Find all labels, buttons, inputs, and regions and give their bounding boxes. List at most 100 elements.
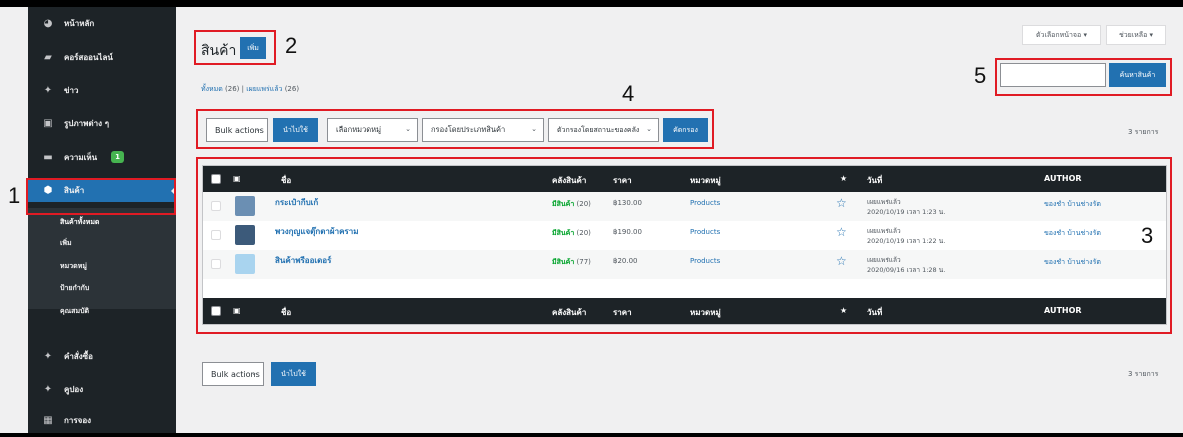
page-title: สินค้า xyxy=(201,43,237,59)
bulk-actions-select[interactable]: Bulk actions ⌄ xyxy=(206,118,268,142)
product-thumbnail[interactable] xyxy=(235,196,255,216)
post-status: เผยแพร่แล้ว xyxy=(867,198,901,206)
pin-icon: ✦ xyxy=(43,383,53,395)
views-separator: | xyxy=(241,85,245,93)
category-link[interactable]: Products xyxy=(690,228,720,236)
category-select[interactable]: เลือกหมวดหมู่ ⌄ xyxy=(327,118,418,142)
stock-status-select[interactable]: ตัวกรองโดยสถานะของคลัง ⌄ xyxy=(548,118,659,142)
sidebar-item-label: คำสั่งซื้อ xyxy=(64,351,93,361)
stock-label: มีสินค้า xyxy=(552,200,575,208)
stock-qty: (77) xyxy=(576,258,591,266)
post-date: 2020/10/19 เวลา 1:23 น. xyxy=(867,208,946,216)
product-type-label: กรองโดยประเภทสินค้า xyxy=(431,125,506,134)
sidebar-item-courses[interactable]: ▰ คอร์สออนไลน์ xyxy=(28,47,176,67)
add-new-button[interactable]: เพิ่ม xyxy=(240,37,266,59)
screen-options-button[interactable]: ตัวเลือกหน้าจอ ▾ xyxy=(1022,25,1101,45)
submenu-categories[interactable]: หมวดหมู่ xyxy=(60,261,87,272)
category-link[interactable]: Products xyxy=(690,199,720,207)
author-link[interactable]: ของชำ บ้านช่างรัต xyxy=(1044,228,1101,239)
featured-column-icon[interactable]: ★ xyxy=(840,174,847,183)
row-checkbox[interactable] xyxy=(211,201,221,211)
chevron-down-icon: ⌄ xyxy=(405,125,411,133)
apply-button[interactable]: นำไปใช้ xyxy=(273,118,318,142)
submenu-attributes[interactable]: คุณสมบัติ xyxy=(60,306,89,317)
select-all-checkbox-footer[interactable] xyxy=(211,306,221,316)
apply-button-bottom[interactable]: นำไปใช้ xyxy=(271,362,316,386)
annotation-number-4: 4 xyxy=(622,81,635,106)
graduation-cap-icon: ▰ xyxy=(44,51,52,63)
featured-column-icon[interactable]: ★ xyxy=(840,306,847,315)
row-checkbox[interactable] xyxy=(211,259,221,269)
sidebar-item-bookings[interactable]: ▦ การจอง xyxy=(28,410,176,430)
view-published-link[interactable]: เผยแพร่แล้ว xyxy=(246,85,282,93)
sidebar-item-label: สินค้า xyxy=(64,185,85,195)
annotation-number-2: 2 xyxy=(285,33,298,58)
post-status: เผยแพร่แล้ว xyxy=(867,227,901,235)
product-name-link[interactable]: กระเป๋ากีบเก้ xyxy=(275,196,318,209)
annotation-number-1: 1 xyxy=(8,183,21,208)
stock-status: มีสินค้า (20) xyxy=(552,228,591,239)
post-date: 2020/09/16 เวลา 1:28 น. xyxy=(867,266,946,274)
product-type-select[interactable]: กรองโดยประเภทสินค้า ⌄ xyxy=(422,118,544,142)
sidebar-item-label: รูปภาพต่าง ๆ xyxy=(64,118,110,128)
stock-status-label: ตัวกรองโดยสถานะของคลัง xyxy=(557,125,640,134)
product-name-link[interactable]: สินค้าพรีออเดอร์ xyxy=(275,254,331,267)
featured-star-icon[interactable]: ☆ xyxy=(836,225,847,239)
view-all-link[interactable]: ทั้งหมด xyxy=(201,85,223,93)
submenu-add-new[interactable]: เพิ่ม xyxy=(60,238,72,249)
sidebar-item-orders[interactable]: ✦ คำสั่งซื้อ xyxy=(28,346,176,366)
stock-status: มีสินค้า (20) xyxy=(552,199,591,210)
chevron-down-icon: ⌄ xyxy=(646,125,652,133)
select-all-checkbox[interactable] xyxy=(211,174,221,184)
post-status: เผยแพร่แล้ว xyxy=(867,256,901,264)
column-name[interactable]: ชื่อ xyxy=(281,306,291,319)
submenu-all-products[interactable]: สินค้าทั้งหมด xyxy=(60,217,99,228)
product-search-input[interactable] xyxy=(1000,63,1106,87)
product-thumbnail[interactable] xyxy=(235,254,255,274)
column-price[interactable]: ราคา xyxy=(613,306,632,319)
date-cell: เผยแพร่แล้ว 2020/10/19 เวลา 1:23 น. xyxy=(867,197,945,217)
help-button[interactable]: ช่วยเหลือ ▾ xyxy=(1106,25,1166,45)
sidebar-item-label: คอร์สออนไลน์ xyxy=(64,52,113,62)
items-count-top: 3 รายการ xyxy=(1128,128,1159,136)
chevron-down-icon: ⌄ xyxy=(531,125,537,133)
category-link[interactable]: Products xyxy=(690,257,720,265)
column-category: หมวดหมู่ xyxy=(690,176,721,185)
table-row: พวงกุญแจตุ๊กตาผ้าคราม มีสินค้า (20) ฿190… xyxy=(203,221,1166,250)
sidebar-item-news[interactable]: ✦ ข่าว xyxy=(28,80,176,100)
search-products-button[interactable]: ค้นหาสินค้า xyxy=(1109,63,1166,87)
column-price[interactable]: ราคา xyxy=(613,174,632,187)
sidebar-item-media[interactable]: ▣ รูปภาพต่าง ๆ xyxy=(28,113,176,133)
calendar-icon: ▦ xyxy=(43,414,53,426)
table-footer: ▣ ชื่อ คลังสินค้า ราคา หมวดหมู่ ★ วันที่… xyxy=(203,298,1166,324)
filter-button[interactable]: คัดกรอง xyxy=(663,118,708,142)
items-count-bottom: 3 รายการ xyxy=(1128,370,1159,378)
date-cell: เผยแพร่แล้ว 2020/10/19 เวลา 1:22 น. xyxy=(867,226,945,246)
column-stock: คลังสินค้า xyxy=(552,308,587,317)
column-date[interactable]: วันที่ xyxy=(867,174,882,187)
stock-qty: (20) xyxy=(576,200,591,208)
featured-star-icon[interactable]: ☆ xyxy=(836,254,847,268)
sidebar-item-dashboard[interactable]: ◕ หน้าหลัก xyxy=(28,13,176,33)
stock-status: มีสินค้า (77) xyxy=(552,257,591,268)
column-author: AUTHOR xyxy=(1044,306,1082,315)
media-icon: ▣ xyxy=(43,117,53,129)
featured-star-icon[interactable]: ☆ xyxy=(836,196,847,210)
column-date[interactable]: วันที่ xyxy=(867,306,882,319)
author-link[interactable]: ของชำ บ้านช่างรัต xyxy=(1044,199,1101,210)
sidebar-item-coupons[interactable]: ✦ คูปอง xyxy=(28,379,176,399)
column-name[interactable]: ชื่อ xyxy=(281,174,291,187)
product-price: ฿20.00 xyxy=(613,257,638,265)
submenu-tags[interactable]: ป้ายกำกับ xyxy=(60,283,89,294)
author-link[interactable]: ของชำ บ้านช่างรัต xyxy=(1044,257,1101,268)
sidebar-item-products[interactable]: ⬢ สินค้า xyxy=(28,178,176,202)
row-checkbox[interactable] xyxy=(211,230,221,240)
category-select-label: เลือกหมวดหมู่ xyxy=(336,125,382,134)
product-thumbnail[interactable] xyxy=(235,225,255,245)
sidebar-item-label: ความเห็น xyxy=(64,152,98,162)
sidebar-item-comments[interactable]: ▬ ความเห็น 1 xyxy=(28,147,176,167)
product-name-link[interactable]: พวงกุญแจตุ๊กตาผ้าคราม xyxy=(275,225,359,238)
view-published-count: (26) xyxy=(284,85,300,93)
active-indicator xyxy=(171,185,177,197)
bulk-actions-select-bottom[interactable]: Bulk actions ⌄ xyxy=(202,362,264,386)
